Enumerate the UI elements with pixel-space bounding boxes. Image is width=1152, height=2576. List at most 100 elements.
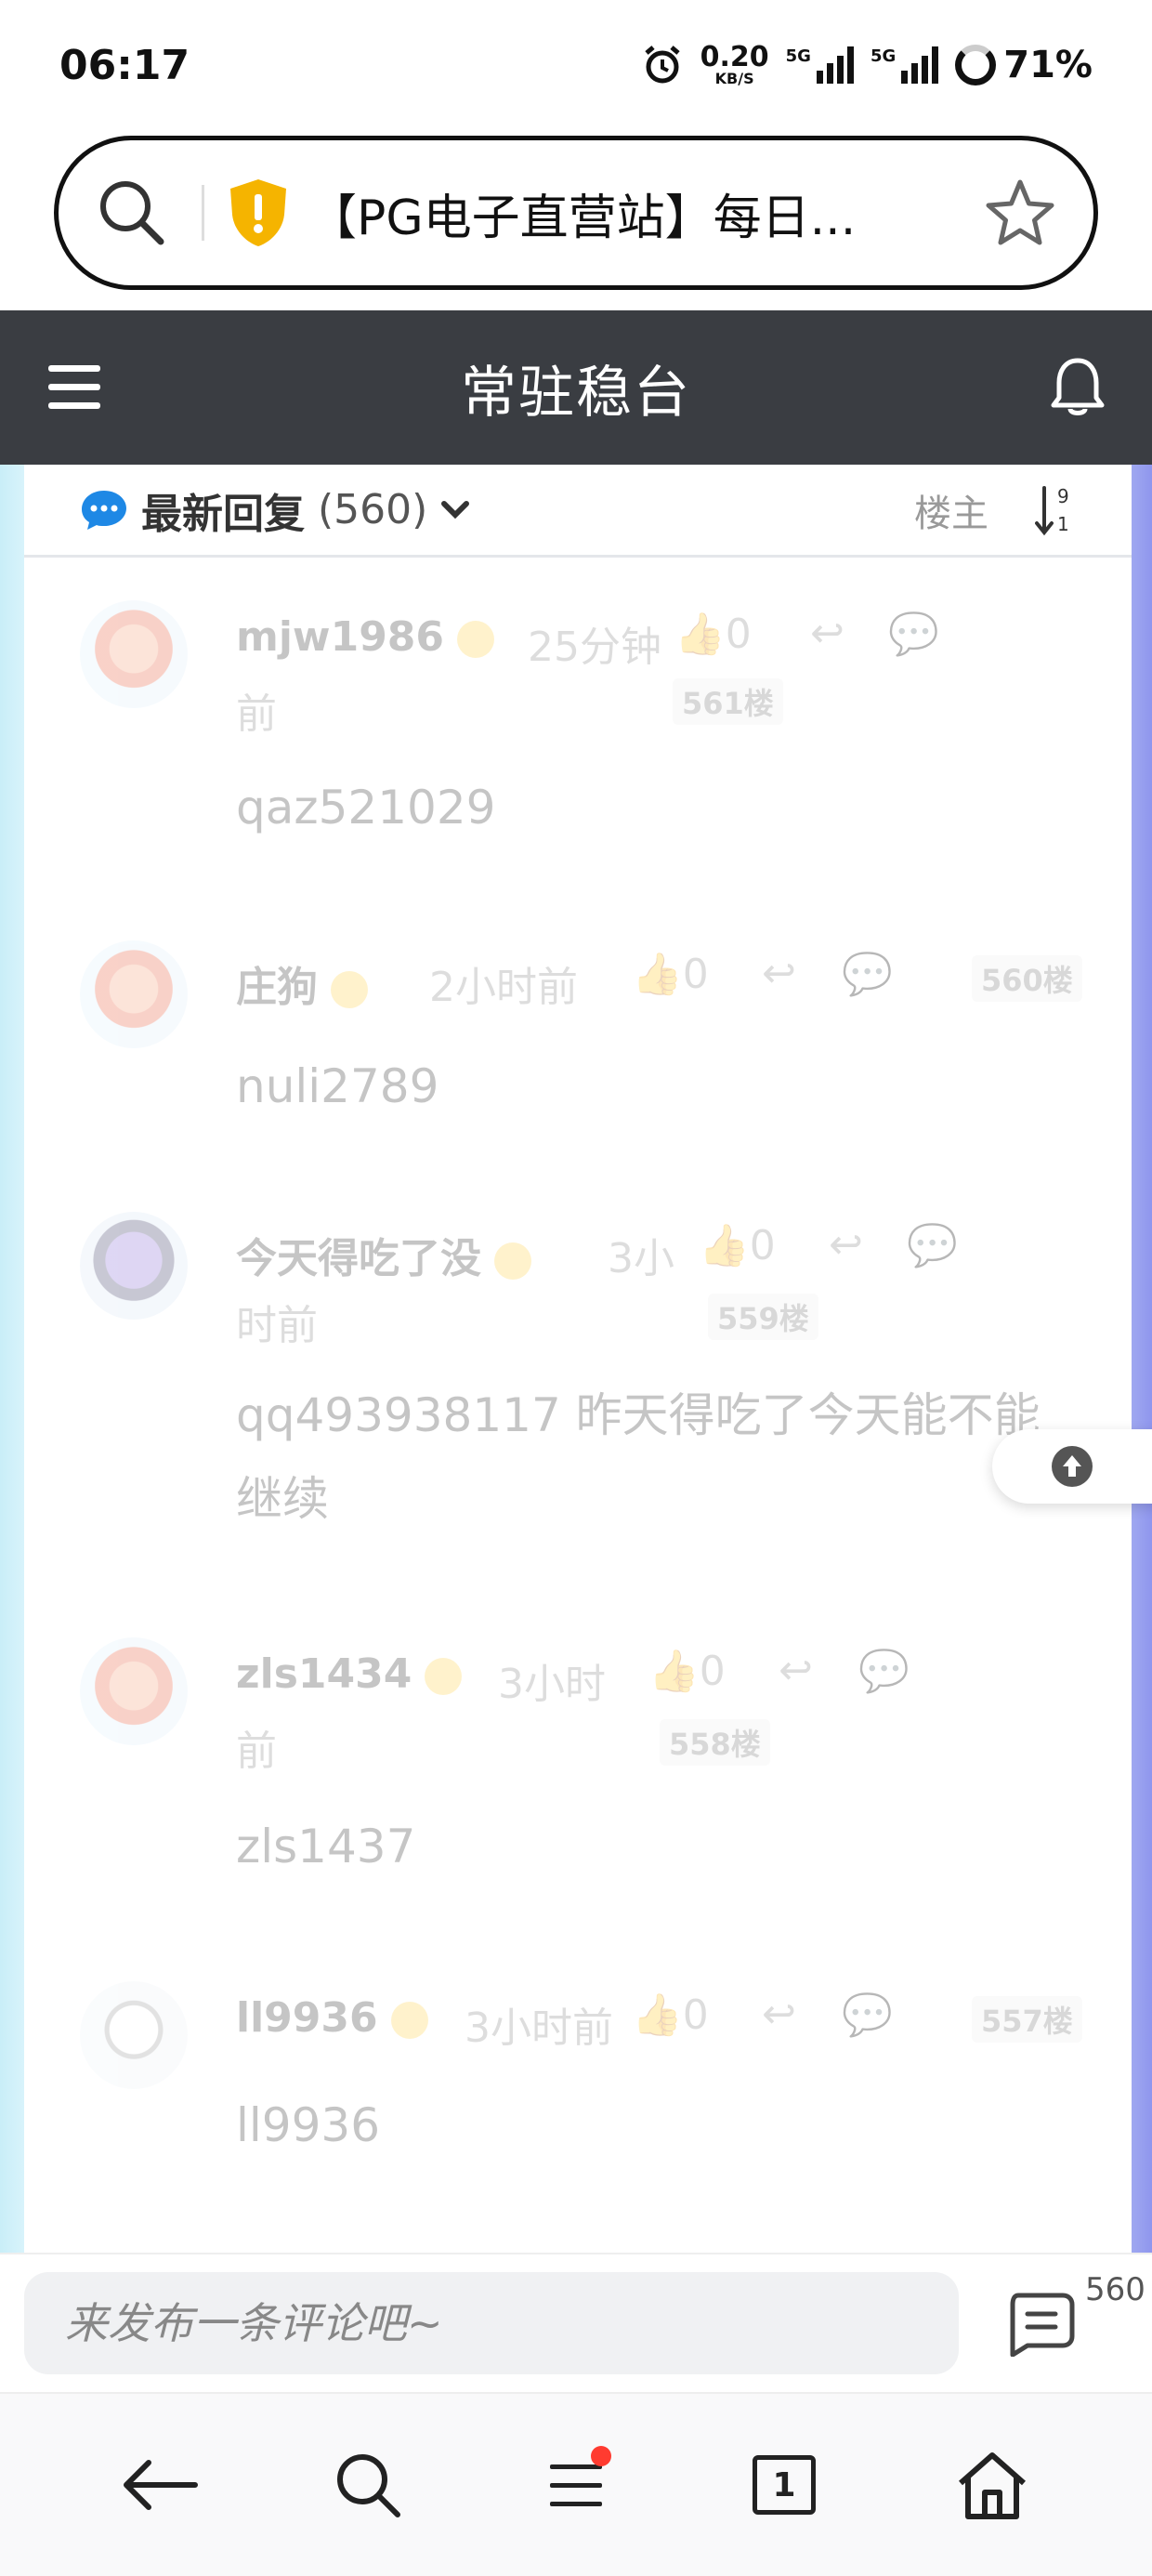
avatar[interactable] <box>80 1981 188 2089</box>
reply-tools: 楼主 9 1 <box>914 483 1076 537</box>
reply-sort-dropdown[interactable]: 最新回复 (560) <box>80 480 470 540</box>
page-title: 常驻稳台 <box>461 360 691 426</box>
divider <box>202 185 204 241</box>
comment-item: 庄狗 2小时前 👍0 ↩ 💬 560楼 nuli2789 <box>80 940 1083 1145</box>
avatar[interactable] <box>80 940 188 1048</box>
comment-author[interactable]: 今天得吃了没 <box>236 1225 544 1284</box>
comment-item: 今天得吃了没 3小 时前 👍0 ↩ 💬 559楼 qq493938117 昨天得… <box>80 1212 1083 1565</box>
comment-body: zls1437 <box>236 1820 416 1873</box>
back-button[interactable] <box>104 2429 216 2541</box>
floor-number: 560楼 <box>972 955 1082 1002</box>
arrow-up-icon <box>1052 1446 1093 1487</box>
medal-icon <box>331 971 368 1008</box>
comment-time-cont: 前 <box>236 690 277 738</box>
bell-icon[interactable] <box>1050 357 1106 418</box>
network-speed: 0.20 KB/S <box>700 41 769 87</box>
like-button[interactable]: 👍0 <box>632 1991 709 2039</box>
status-time: 06:17 <box>59 41 190 89</box>
op-only-filter[interactable]: 楼主 <box>914 483 988 537</box>
comment-author[interactable]: 庄狗 <box>236 953 381 1013</box>
search-icon <box>337 2454 400 2517</box>
menu-icon <box>550 2464 602 2506</box>
page-url-title[interactable]: 【PG电子直营站】每日... <box>308 178 984 248</box>
chat-bubble-icon <box>82 490 126 530</box>
reply-icon[interactable]: ↩ <box>762 950 796 997</box>
content-area[interactable]: 最新回复 (560) 楼主 9 1 mjw1986 25分钟 前 👍0 ↩ 💬 … <box>0 465 1152 2253</box>
like-button[interactable]: 👍0 <box>699 1221 776 1269</box>
svg-text:9: 9 <box>1057 485 1069 507</box>
medal-icon <box>425 1658 463 1695</box>
comment-time: 3小时前 <box>465 2004 613 2052</box>
comment-body: ll9936 <box>236 2098 381 2152</box>
comment-time-cont: 前 <box>236 1728 277 1775</box>
like-button[interactable]: 👍0 <box>674 610 752 658</box>
avatar[interactable] <box>80 600 188 708</box>
comment-icon[interactable]: 💬 <box>842 950 893 998</box>
comment-body: qq493938117 昨天得吃了今天能不能继续 <box>236 1388 1041 1526</box>
comment-author[interactable]: zls1434 <box>236 1650 475 1698</box>
chevron-down-icon <box>441 500 470 519</box>
home-button[interactable] <box>936 2429 1048 2541</box>
comment-icon[interactable]: 💬 <box>907 1221 958 1269</box>
search-button[interactable] <box>312 2429 424 2541</box>
comment-author[interactable]: mjw1986 <box>236 613 507 661</box>
floor-number: 559楼 <box>708 1294 818 1340</box>
comment-time: 3小时 <box>498 1661 606 1708</box>
comment-item: zls1434 3小时 前 👍0 ↩ 💬 558楼 zls1437 <box>80 1637 1083 1898</box>
battery-icon <box>955 45 997 85</box>
comment-author[interactable]: ll9936 <box>236 1994 441 2042</box>
floor-number: 557楼 <box>972 1996 1082 2043</box>
svg-text:1: 1 <box>1057 513 1069 535</box>
comment-body: qaz521029 <box>236 781 496 835</box>
reply-icon[interactable]: ↩ <box>829 1221 863 1268</box>
like-button[interactable]: 👍0 <box>648 1647 726 1695</box>
comment-icon[interactable]: 💬 <box>842 1991 893 2039</box>
reply-icon[interactable]: ↩ <box>762 1991 796 2038</box>
comment-time: 3小 <box>608 1235 674 1282</box>
sort-order-icon[interactable]: 9 1 <box>1035 484 1076 536</box>
tabs-button[interactable]: 1 <box>728 2429 840 2541</box>
comments-icon[interactable] <box>1005 2292 1076 2357</box>
comment-icon[interactable]: 💬 <box>888 610 939 658</box>
alarm-icon <box>644 46 680 84</box>
shield-icon[interactable] <box>227 177 290 248</box>
medal-icon <box>494 1242 531 1280</box>
medal-icon <box>390 2002 428 2039</box>
status-bar: 06:17 0.20 KB/S 5G 5G 71% <box>0 0 1152 130</box>
address-bar[interactable]: 【PG电子直营站】每日... <box>54 136 1098 290</box>
reply-icon[interactable]: ↩ <box>779 1647 813 1694</box>
avatar[interactable] <box>80 1212 188 1320</box>
reply-count: (560) <box>318 486 428 533</box>
status-indicators: 0.20 KB/S 5G 5G 71% <box>641 44 1093 86</box>
menu-button[interactable] <box>520 2429 632 2541</box>
search-icon[interactable] <box>96 177 168 249</box>
signal-icon-2: 5G <box>871 46 939 84</box>
star-icon[interactable] <box>984 177 1056 249</box>
comment-input[interactable] <box>24 2272 959 2374</box>
comment-input-bar: 560 <box>0 2253 1152 2392</box>
home-icon <box>959 2452 1026 2519</box>
menu-icon[interactable] <box>46 361 102 414</box>
floor-number: 561楼 <box>673 678 783 725</box>
page-header: 常驻稳台 <box>0 310 1152 465</box>
comment-icon[interactable]: 💬 <box>858 1647 910 1695</box>
medal-icon <box>457 621 495 658</box>
comment-time: 25分钟 <box>528 624 661 671</box>
reply-label: 最新回复 <box>141 490 305 538</box>
back-to-top-button[interactable] <box>992 1429 1152 1504</box>
notification-dot <box>591 2446 611 2466</box>
bottom-nav: 1 <box>0 2392 1152 2576</box>
comment-count-badge: 560 <box>1085 2271 1145 2308</box>
reply-icon[interactable]: ↩ <box>810 610 844 657</box>
comment-body: nuli2789 <box>236 1059 439 1113</box>
comment-time: 2小时前 <box>429 964 578 1011</box>
floor-number: 558楼 <box>660 1719 770 1766</box>
reply-header: 最新回复 (560) 楼主 9 1 <box>24 465 1132 558</box>
arrow-left-icon <box>124 2460 198 2510</box>
signal-icon: 5G <box>786 46 854 84</box>
like-button[interactable]: 👍0 <box>632 950 709 998</box>
avatar[interactable] <box>80 1637 188 1745</box>
battery-indicator: 71% <box>955 44 1093 86</box>
tab-count: 1 <box>753 2455 816 2515</box>
comment-time-cont: 时前 <box>236 1302 318 1349</box>
